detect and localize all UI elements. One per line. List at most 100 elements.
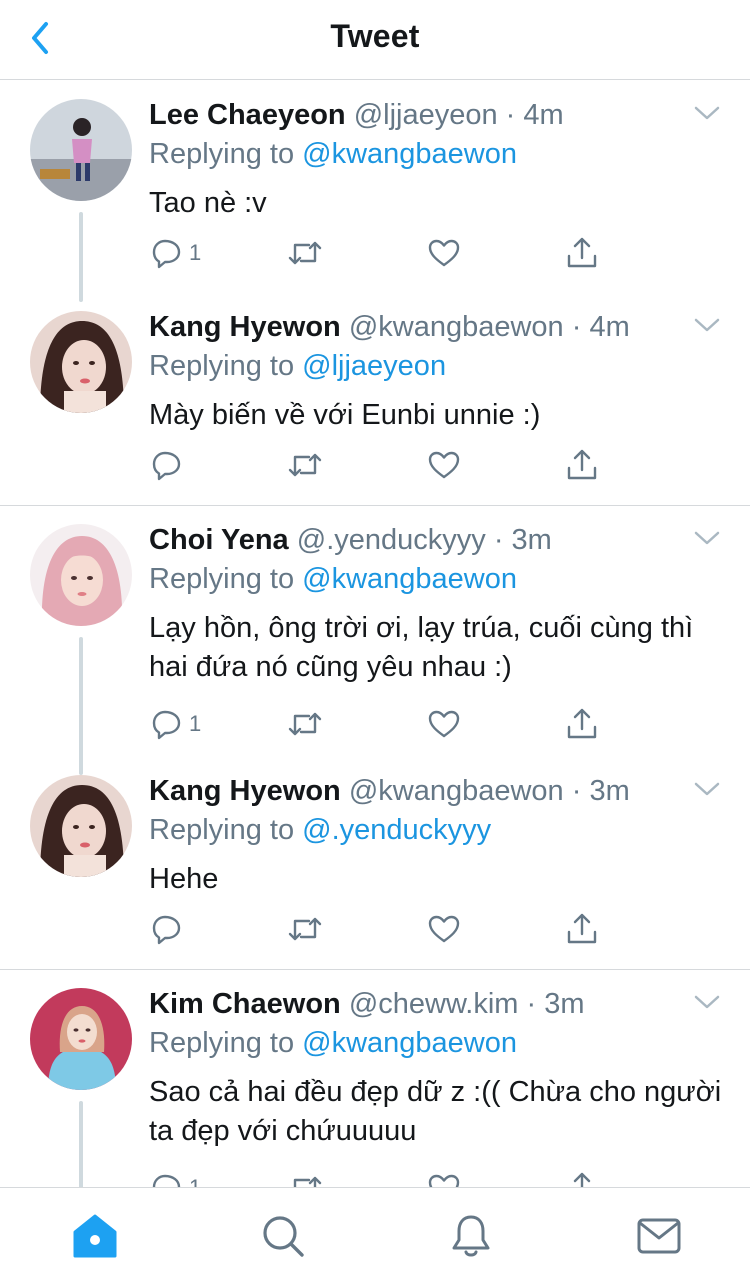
display-name[interactable]: Kang Hyewon <box>149 775 341 807</box>
user-handle[interactable]: @kwangbaewon <box>349 775 564 807</box>
display-name[interactable]: Kang Hyewon <box>149 311 341 343</box>
like-button[interactable] <box>427 909 461 949</box>
like-icon <box>428 1174 460 1187</box>
share-button[interactable] <box>565 1168 599 1187</box>
tweet[interactable]: Kim Chaewon @cheww.kim · 3m Replying to … <box>0 970 750 1187</box>
avatar[interactable] <box>30 988 132 1090</box>
replying-to-label: Replying to <box>149 138 295 170</box>
like-button[interactable] <box>427 233 461 273</box>
notifications-icon[interactable] <box>446 1212 496 1260</box>
retweet-icon <box>288 453 322 477</box>
replying-to: Replying to @.yenduckyyy <box>149 812 491 848</box>
mention-link[interactable]: @ljjaeyeon <box>302 350 446 382</box>
retweet-icon <box>293 1176 322 1187</box>
user-handle[interactable]: @ljjaeyeon <box>354 99 498 131</box>
reply-count: 1 <box>189 711 202 736</box>
thread-line <box>79 212 83 302</box>
mention-link[interactable]: @.yenduckyyy <box>302 814 491 846</box>
replying-to-label: Replying to <box>149 1027 295 1059</box>
avatar[interactable] <box>30 99 132 201</box>
separator-dot: · <box>518 988 545 1020</box>
avatar[interactable] <box>30 524 132 626</box>
timestamp: 4m <box>523 99 564 131</box>
share-button[interactable] <box>565 909 599 949</box>
messages-icon[interactable] <box>634 1212 684 1260</box>
tweet-actions <box>149 445 609 485</box>
replying-to: Replying to @kwangbaewon <box>149 1025 517 1061</box>
tweet-header: Choi Yena @.yenduckyyy · 3m <box>149 522 552 558</box>
tweet-text: Tao nè :v <box>149 187 267 219</box>
tweet-header: Lee Chaeyeon @ljjaeyeon · 4m <box>149 97 564 133</box>
retweet-button[interactable] <box>287 233 323 273</box>
tweet-text: Hehe <box>149 863 219 895</box>
replying-to-label: Replying to <box>149 350 295 382</box>
share-button[interactable] <box>565 704 599 744</box>
share-button[interactable] <box>565 445 599 485</box>
reply-button[interactable]: 1 <box>151 704 201 744</box>
display-name[interactable]: Lee Chaeyeon <box>149 99 346 131</box>
mention-link[interactable]: @kwangbaewon <box>302 138 517 170</box>
reply-button[interactable] <box>151 445 189 485</box>
user-handle[interactable]: @cheww.kim <box>349 988 519 1020</box>
reply-button[interactable] <box>151 909 189 949</box>
separator-dot: · <box>497 99 524 131</box>
separator-dot: · <box>563 311 590 343</box>
chevron-down-icon[interactable] <box>694 105 720 121</box>
chevron-down-icon[interactable] <box>694 317 720 333</box>
like-icon <box>428 239 460 267</box>
timestamp: 3m <box>511 524 552 556</box>
tweet-thread[interactable]: Lee Chaeyeon @ljjaeyeon · 4m Replying to… <box>0 81 750 1187</box>
chevron-down-icon[interactable] <box>694 781 720 797</box>
reply-icon <box>152 1174 181 1187</box>
retweet-button[interactable] <box>287 704 323 744</box>
retweet-button[interactable] <box>287 445 323 485</box>
reply-icon <box>152 710 181 740</box>
share-icon <box>573 1172 591 1187</box>
replying-to: Replying to @ljjaeyeon <box>149 348 446 384</box>
reply-icon <box>152 915 181 945</box>
replying-to-label: Replying to <box>149 814 295 846</box>
avatar[interactable] <box>30 775 132 877</box>
home-icon[interactable] <box>70 1212 120 1260</box>
mention-link[interactable]: @kwangbaewon <box>302 563 517 595</box>
share-icon <box>567 708 597 739</box>
reply-count: 1 <box>189 1175 201 1187</box>
like-button[interactable] <box>427 1168 461 1187</box>
mention-link[interactable]: @kwangbaewon <box>302 1027 517 1059</box>
like-icon <box>428 710 460 738</box>
tweet-header: Kang Hyewon @kwangbaewon · 4m <box>149 309 630 345</box>
search-icon[interactable] <box>258 1212 308 1260</box>
tweet-actions: 1 <box>149 1168 609 1187</box>
display-name[interactable]: Choi Yena <box>149 524 289 556</box>
tweet-text: Sao cả hai đều đẹp dữ z :(( Chừa cho ngư… <box>149 1076 722 1147</box>
tweet[interactable]: Lee Chaeyeon @ljjaeyeon · 4m Replying to… <box>0 81 750 302</box>
tweet[interactable]: Choi Yena @.yenduckyyy · 3m Replying to … <box>0 506 750 775</box>
share-icon <box>567 237 597 268</box>
like-button[interactable] <box>427 704 461 744</box>
tweet[interactable]: Kang Hyewon @kwangbaewon · 4m Replying t… <box>0 293 750 505</box>
avatar[interactable] <box>30 311 132 413</box>
display-name[interactable]: Kim Chaewon <box>149 988 341 1020</box>
thread-line <box>79 1101 83 1187</box>
share-icon <box>567 913 597 944</box>
retweet-button[interactable] <box>287 909 323 949</box>
tweet-actions <box>149 909 609 949</box>
reply-button[interactable]: 1 <box>151 1168 201 1187</box>
reply-count: 1 <box>189 240 202 265</box>
like-icon <box>428 915 460 943</box>
tweet[interactable]: Kang Hyewon @kwangbaewon · 3m Replying t… <box>0 757 750 969</box>
share-button[interactable] <box>565 233 599 273</box>
retweet-button[interactable] <box>287 1168 323 1187</box>
user-handle[interactable]: @kwangbaewon <box>349 311 564 343</box>
tweet-header: Kang Hyewon @kwangbaewon · 3m <box>149 773 630 809</box>
replying-to: Replying to @kwangbaewon <box>149 136 517 172</box>
reply-button[interactable]: 1 <box>151 233 201 273</box>
page-title: Tweet <box>330 18 420 54</box>
chevron-down-icon[interactable] <box>694 994 720 1010</box>
like-button[interactable] <box>427 445 461 485</box>
chevron-down-icon[interactable] <box>694 530 720 546</box>
thread-line <box>79 637 83 775</box>
replying-to: Replying to @kwangbaewon <box>149 561 517 597</box>
separator-dot: · <box>485 524 512 556</box>
user-handle[interactable]: @.yenduckyyy <box>297 524 486 556</box>
